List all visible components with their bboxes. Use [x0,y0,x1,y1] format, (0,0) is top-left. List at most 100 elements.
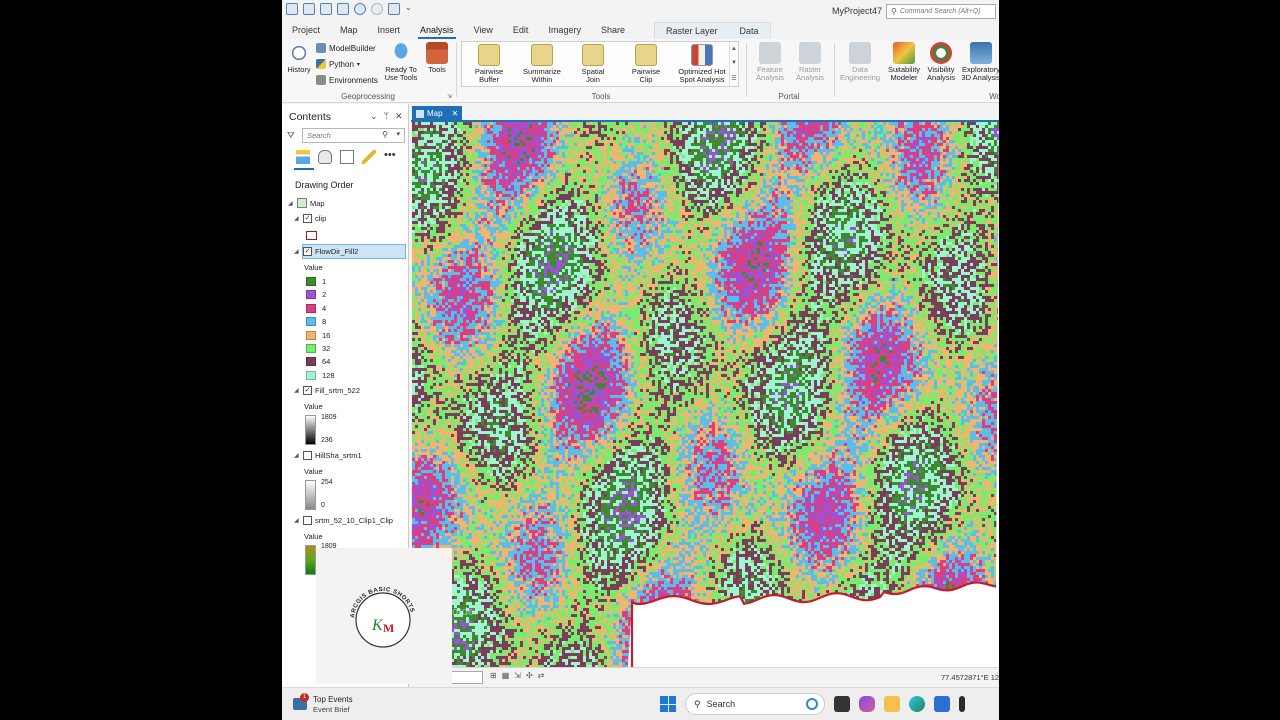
pause-drawing-icon[interactable]: ⇲ [514,671,521,680]
tab-imagery[interactable]: Imagery [538,22,591,39]
grid-icon[interactable]: ▦ [502,671,510,680]
app-icon[interactable] [959,696,965,712]
layer-visibility-checkbox[interactable]: ✓ [303,214,312,223]
copilot-icon[interactable] [859,696,875,712]
gallery-scroll[interactable]: ▲ ▼ ☰ [729,42,738,86]
pairwise-buffer-button[interactable]: Pairwise Buffer [468,44,510,84]
legend-swatch[interactable] [306,277,316,286]
task-view-icon[interactable] [834,696,850,712]
layer-flowdir[interactable]: ◢ ✓ FlowDir_Fill2 [294,247,358,256]
undo-icon[interactable] [354,3,366,15]
collapse-icon[interactable]: ◢ [294,452,300,459]
tools-button[interactable]: Tools [424,42,450,74]
file-explorer-icon[interactable] [884,696,900,712]
legend-class-1[interactable]: 1 [306,277,326,286]
new-project-icon[interactable] [286,3,298,15]
summarize-within-button[interactable]: Summarize Within [520,44,564,84]
map-node[interactable]: ◢ Map [288,198,325,208]
data-source-icon[interactable] [318,150,332,164]
layer-visibility-checkbox[interactable] [303,516,312,525]
close-icon[interactable]: ✕ [395,111,403,122]
collapse-icon[interactable]: ◢ [294,215,300,222]
modelbuilder-button[interactable]: ModelBuilder [316,43,376,53]
data-engineering-button[interactable]: Data Engineering [842,42,878,82]
tab-map[interactable]: Map [330,22,368,39]
navigate-icon[interactable]: ✣ [526,671,533,680]
exploratory-3d-analysis-button[interactable]: Exploratory 3D Analysis [960,42,999,82]
tab-insert[interactable]: Insert [368,22,411,39]
map-view[interactable] [412,122,999,667]
snapping-icon[interactable]: ⊞ [490,671,497,680]
more-options-icon[interactable]: ••• [384,150,396,164]
scroll-up-icon[interactable]: ▲ [731,46,737,52]
legend-class-128[interactable]: 128 [306,371,335,380]
legend-swatch[interactable] [306,290,316,299]
redo-icon[interactable] [371,3,383,15]
tab-map-view[interactable]: Map ✕ [412,106,462,121]
legend-swatch[interactable] [306,304,316,313]
python-button[interactable]: Python ▾ [316,59,360,69]
tab-view[interactable]: View [464,22,503,39]
fill-stretch-ramp[interactable] [305,415,316,445]
legend-class-64[interactable]: 64 [306,357,330,366]
scroll-down-icon[interactable]: ▼ [731,60,737,66]
search-icon[interactable]: ⚲ [382,130,388,139]
feature-analysis-button[interactable]: Feature Analysis [752,42,788,82]
customize-chevron-icon[interactable]: ⌄ [405,3,417,15]
notification-title[interactable]: Top Events [313,695,353,704]
tab-edit[interactable]: Edit [503,22,539,39]
legend-swatch[interactable] [306,357,316,366]
close-icon[interactable]: ✕ [452,109,459,118]
windows-start-icon[interactable] [660,696,676,712]
raster-analysis-button[interactable]: Raster Analysis [792,42,828,82]
tab-share[interactable]: Share [591,22,635,39]
legend-class-4[interactable]: 4 [306,304,326,313]
contents-search-input[interactable]: Search ⚲ ▾ [302,128,405,143]
layer-fill[interactable]: ◢ ✓ Fill_srtm_522 [294,386,360,395]
store-icon[interactable] [934,696,950,712]
taskbar-search[interactable]: ⚲ Search [685,693,825,715]
selection-icon[interactable] [340,150,354,164]
expand-gallery-icon[interactable]: ☰ [731,75,736,82]
pane-options-chevron-icon[interactable]: ⌄ [370,111,378,122]
editing-pencil-icon[interactable] [362,150,376,164]
tab-data[interactable]: Data [729,23,770,40]
pairwise-clip-button[interactable]: Pairwise Clip [628,44,664,84]
filter-icon[interactable]: ⛛ [287,130,295,141]
layer-srtm[interactable]: ◢ srtm_52_10_Clip1_Clip [294,516,393,525]
collapse-icon[interactable]: ◢ [288,200,294,207]
hillsha-stretch-ramp[interactable] [305,480,316,510]
tab-analysis[interactable]: Analysis [410,22,464,39]
pin-icon[interactable]: ᛘ [384,111,389,122]
open-project-icon[interactable] [303,3,315,15]
tab-project[interactable]: Project [282,22,330,39]
collapse-icon[interactable]: ◢ [294,387,300,394]
collapse-icon[interactable]: ◢ [294,517,300,524]
collapse-icon[interactable]: ◢ [294,248,300,255]
layer-clip[interactable]: ◢ ✓ clip [294,214,326,223]
legend-class-2[interactable]: 2 [306,290,326,299]
command-search-input[interactable]: ⚲ Command Search (Alt+Q) [886,4,996,19]
print-icon[interactable] [337,3,349,15]
bing-icon[interactable] [806,698,818,710]
refresh-icon[interactable]: ⇄ [538,671,545,680]
srtm-stretch-ramp[interactable] [305,545,316,575]
legend-swatch[interactable] [306,317,316,326]
chevron-down-icon[interactable]: ▾ [396,130,400,138]
environments-button[interactable]: Environments [316,75,378,85]
layer-visibility-checkbox[interactable] [303,451,312,460]
legend-class-16[interactable]: 16 [306,331,330,340]
dialog-launcher-icon[interactable]: ⇲ [447,93,452,100]
legend-class-32[interactable]: 32 [306,344,330,353]
legend-swatch[interactable] [306,371,316,380]
scale-selector[interactable] [448,671,483,684]
suitability-modeler-button[interactable]: Suitability Modeler [886,42,922,82]
edge-icon[interactable] [909,696,925,712]
clip-polygon-symbol[interactable] [306,231,317,240]
legend-swatch[interactable] [306,331,316,340]
history-button[interactable]: History [286,42,312,74]
legend-swatch[interactable] [306,344,316,353]
layer-visibility-checkbox[interactable]: ✓ [303,247,312,256]
legend-class-8[interactable]: 8 [306,317,326,326]
save-icon[interactable] [320,3,332,15]
